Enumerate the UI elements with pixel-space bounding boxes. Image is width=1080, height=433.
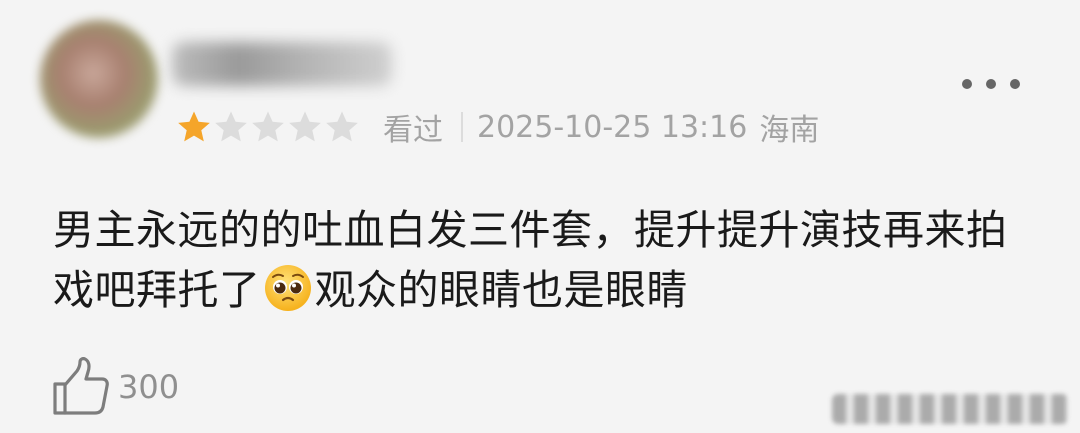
more-dots-icon <box>1010 79 1020 89</box>
review-card: 看过 2025-10-25 13:16 海南 男主永远的的吐血白发三件套，提升提… <box>0 0 1080 433</box>
thumbs-up-icon[interactable] <box>52 357 110 417</box>
review-location: 海南 <box>759 113 820 148</box>
star-icon <box>178 111 210 142</box>
like-count: 300 <box>118 368 180 406</box>
like-area[interactable]: 300 <box>52 356 179 418</box>
watched-label: 看过 <box>383 113 443 148</box>
star-icon <box>289 111 321 142</box>
star-icon <box>215 111 247 142</box>
star-icon <box>252 111 284 142</box>
more-dots-icon <box>962 79 972 89</box>
review-content: 男主永远的的吐血白发三件套，提升提升演技再来拍戏吧拜托了 观众的眼睛也是眼睛 <box>53 200 1023 320</box>
more-options-button[interactable] <box>962 70 1020 98</box>
star-rating <box>176 109 361 145</box>
review-text-part2: 观众的眼睛也是眼睛 <box>314 266 688 314</box>
more-dots-icon <box>986 79 996 89</box>
star-icon <box>326 111 358 142</box>
review-meta: 看过 2025-10-25 13:16 海南 <box>176 104 819 150</box>
meta-divider <box>461 112 463 142</box>
review-datetime: 2025-10-25 13:16 <box>477 109 748 145</box>
pleading-face-emoji <box>264 265 311 311</box>
watermark <box>832 394 1068 424</box>
avatar[interactable] <box>40 20 158 138</box>
username-blurred[interactable] <box>172 42 392 86</box>
